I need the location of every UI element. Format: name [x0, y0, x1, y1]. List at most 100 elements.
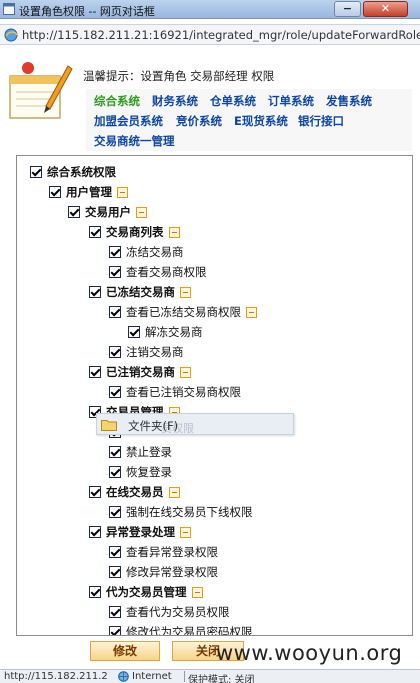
tree-node-label: 交易用户 [85, 205, 131, 219]
tree-node: 交易用户 [68, 204, 147, 220]
permission-checkbox[interactable] [109, 606, 121, 618]
collapse-toggle-icon[interactable] [246, 306, 257, 318]
system-nav: 综合系统 财务系统 仓单系统 订单系统 发售系统 加盟会员系统 竞价系统 E现货… [86, 89, 412, 151]
tree-node-label: 注销交易商 [126, 345, 184, 359]
status-divider [184, 671, 185, 682]
nav-item-issuance[interactable]: 发售系统 [326, 93, 372, 109]
tree-node: 查看异常登录权限 [109, 544, 218, 560]
permission-checkbox[interactable] [109, 446, 121, 458]
permission-checkbox[interactable] [89, 226, 101, 238]
tree-node-label: 冻结交易商 [126, 245, 184, 259]
collapse-toggle-icon[interactable] [168, 486, 180, 498]
collapse-toggle-icon[interactable] [191, 586, 203, 598]
tree-node: 在线交易员 [89, 484, 180, 500]
permission-tree: 综合系统权限 用户管理 交易用户 交易商列表 冻结交易商 查看交易商权限 已冻结… [16, 155, 413, 636]
permission-checkbox[interactable] [128, 326, 140, 338]
collapse-toggle-icon[interactable] [180, 526, 191, 538]
tree-node-label: 查看已冻结交易商权限 [126, 305, 241, 319]
nav-item-trader-mgmt[interactable]: 交易商统一管理 [94, 133, 175, 149]
status-zone: Internet [132, 671, 172, 682]
tree-node-label: 查看代为交易员权限 [126, 605, 230, 619]
tree-node: 已注销交易商 [89, 364, 191, 380]
nav-item-finance[interactable]: 财务系统 [152, 93, 198, 109]
permission-checkbox[interactable] [109, 466, 121, 478]
permission-checkbox[interactable] [68, 206, 80, 218]
collapse-toggle-icon[interactable] [136, 206, 147, 218]
nav-item-bidding[interactable]: 竞价系统 [176, 113, 222, 129]
tree-node: 强制在线交易员下线权限 [109, 504, 253, 520]
tree-node-label: 异常登录处理 [106, 525, 175, 539]
status-bar: http://115.182.211.2 Internet 保护模式: 关闭 [0, 669, 420, 683]
tree-node-label: 恢复登录 [126, 465, 172, 479]
notice-text: 温馨提示：设置角色 交易部经理 权限 [83, 69, 275, 83]
permission-checkbox[interactable] [89, 486, 101, 498]
collapse-toggle-icon[interactable] [168, 226, 180, 238]
nav-item-warehouse[interactable]: 仓单系统 [210, 93, 256, 109]
permission-checkbox[interactable] [109, 546, 121, 558]
status-protected-mode: 保护模式: 关闭 [188, 675, 255, 683]
permission-checkbox[interactable] [49, 186, 61, 198]
permission-checkbox[interactable] [89, 526, 101, 538]
tree-node: 查看交易商权限 [109, 264, 207, 280]
nav-item-spot[interactable]: E现货系统 [234, 113, 288, 129]
permission-checkbox[interactable] [89, 586, 101, 598]
tree-node: 解冻交易商 [128, 324, 203, 340]
tree-node: 修改异常登录权限 [109, 564, 218, 580]
nav-item-franchise[interactable]: 加盟会员系统 [94, 113, 163, 129]
tree-node-label: 交易商列表 [106, 225, 164, 239]
tree-node: 综合系统权限 [30, 164, 116, 180]
tree-node: 已冻结交易商 [89, 284, 191, 300]
tree-node-label: 用户管理 [66, 185, 112, 199]
window-titlebar: 设置角色权限 -- 网页对话框 − ✕ [0, 0, 420, 19]
permission-checkbox[interactable] [89, 286, 101, 298]
nav-item-orders[interactable]: 订单系统 [268, 93, 314, 109]
tree-node: 禁止登录 [109, 444, 172, 460]
nav-item-bank[interactable]: 银行接口 [298, 113, 344, 129]
tree-node: 异常登录处理 [89, 524, 191, 540]
permission-checkbox[interactable] [109, 306, 121, 318]
tree-node-label: 修改异常登录权限 [126, 565, 218, 579]
permission-checkbox[interactable] [109, 386, 121, 398]
globe-icon [118, 671, 129, 682]
permission-checkbox[interactable] [109, 266, 121, 278]
tree-node: 查看代为交易员权限 [109, 604, 230, 620]
tree-node: 查看已注销交易商权限 [109, 384, 241, 400]
tree-node-label: 修改代为交易员密码权限 [126, 625, 253, 636]
tree-node: 注销交易商 [109, 344, 184, 360]
collapse-toggle-icon[interactable] [117, 186, 128, 198]
nav-item-general[interactable]: 综合系统 [94, 93, 140, 109]
permission-checkbox[interactable] [30, 166, 42, 178]
tree-node-label: 查看交易商权限 [126, 265, 207, 279]
address-url[interactable]: http://115.182.211.21:16921/integrated_m… [22, 28, 420, 42]
tooltip-text: 文件夹(F) [128, 419, 179, 433]
collapse-toggle-icon[interactable] [180, 366, 191, 378]
collapse-toggle-icon[interactable] [180, 286, 191, 298]
window-title: 设置角色权限 -- 网页对话框 [19, 5, 155, 18]
watermark: www.wooyun.org [216, 641, 403, 665]
tree-node-label: 已注销交易商 [106, 365, 175, 379]
ie-page-icon [4, 28, 18, 42]
tree-node-label: 强制在线交易员下线权限 [126, 505, 253, 519]
minimize-button[interactable]: − [334, 1, 361, 17]
permission-checkbox[interactable] [109, 566, 121, 578]
tree-node-label: 代为交易员管理 [106, 585, 187, 599]
folder-icon [101, 420, 117, 431]
status-url: http://115.182.211.2 [4, 671, 108, 682]
tree-node-label: 查看已注销交易商权限 [126, 385, 241, 399]
tree-node: 交易商列表 [89, 224, 180, 240]
modify-button[interactable]: 修改 [90, 641, 160, 661]
close-window-button[interactable]: ✕ [363, 1, 408, 17]
tree-node-label: 在线交易员 [106, 485, 164, 499]
permission-checkbox[interactable] [109, 346, 121, 358]
address-bar: http://115.182.211.21:16921/integrated_m… [0, 24, 420, 45]
permission-checkbox[interactable] [109, 626, 121, 635]
permission-checkbox[interactable] [109, 506, 121, 518]
page-header: 温馨提示：设置角色 交易部经理 权限 综合系统 财务系统 仓单系统 订单系统 发… [0, 46, 420, 154]
tree-node-label: 解冻交易商 [145, 325, 203, 339]
permission-checkbox[interactable] [109, 246, 121, 258]
folder-tooltip: 员权限 文件夹(F) [96, 413, 294, 435]
permission-checkbox[interactable] [89, 366, 101, 378]
tree-node: 恢复登录 [109, 464, 172, 480]
tree-node-label: 综合系统权限 [47, 165, 116, 179]
notepad-pencil-logo [9, 62, 73, 119]
